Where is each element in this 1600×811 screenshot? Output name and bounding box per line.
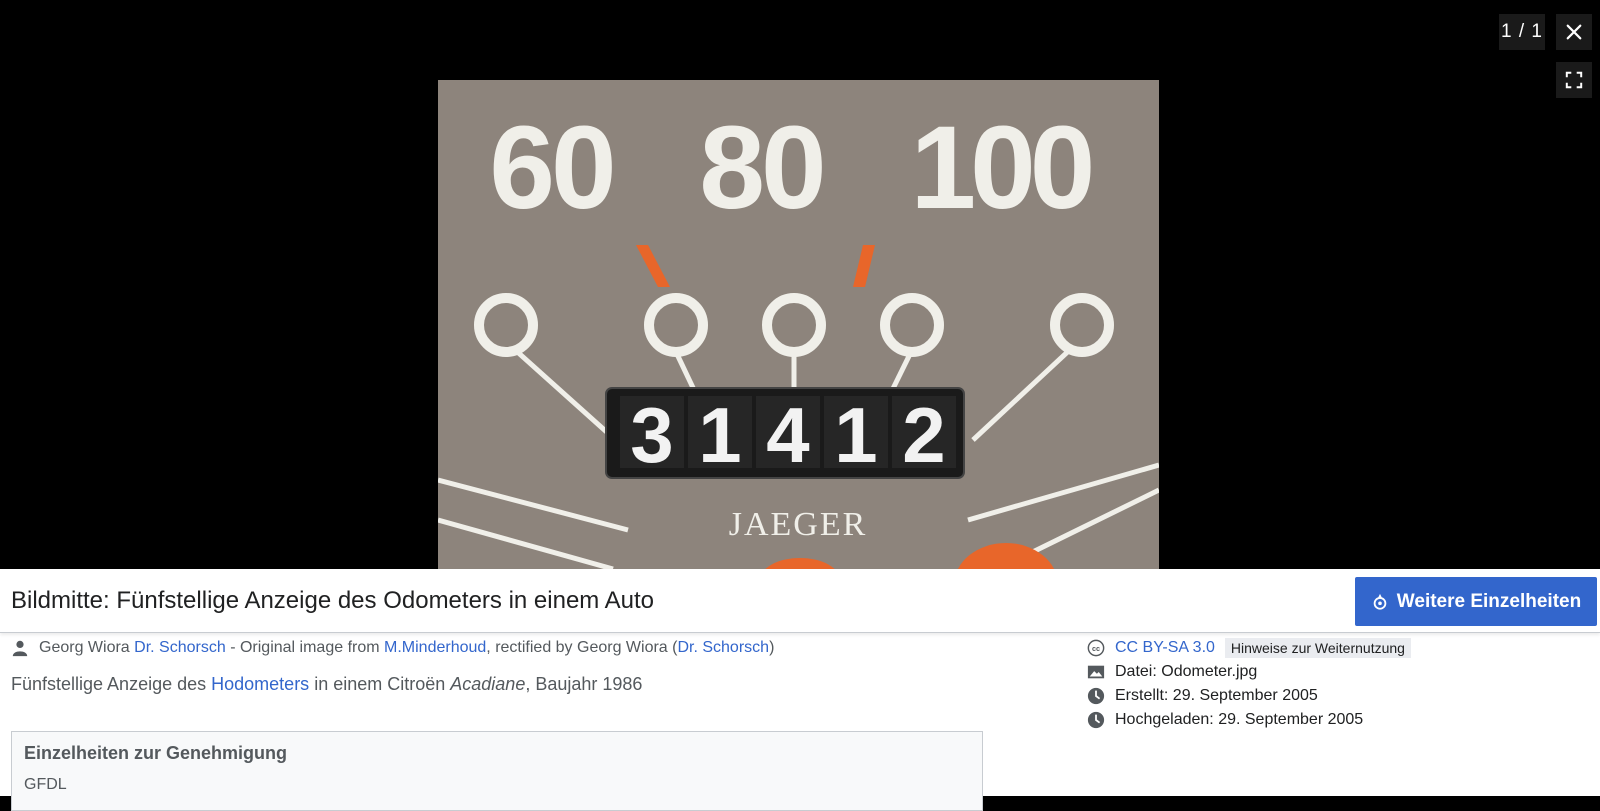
close-paren: ) bbox=[769, 639, 775, 656]
svg-text:cc: cc bbox=[1092, 644, 1100, 653]
image-title: Bildmitte: Fünfstellige Anzeige des Odom… bbox=[11, 587, 655, 614]
cc-license-icon: cc bbox=[1087, 639, 1105, 657]
desc-text-3: , Baujahr 1986 bbox=[525, 674, 643, 694]
author-text: Georg Wiora bbox=[39, 639, 130, 656]
odometer-digit-2: 1 bbox=[698, 391, 741, 479]
close-button[interactable] bbox=[1556, 14, 1592, 50]
image-counter: 1 / 1 bbox=[1499, 14, 1545, 50]
dial-number-60: 60 bbox=[489, 102, 612, 234]
rectified-author-link[interactable]: Dr. Schorsch bbox=[677, 639, 769, 656]
created-row: Erstellt: 29. September 2005 bbox=[1087, 684, 1411, 708]
dial-circle-3 bbox=[762, 293, 826, 357]
dial-number-80: 80 bbox=[699, 102, 822, 234]
uploaded-date: Hochgeladen: 29. September 2005 bbox=[1115, 711, 1364, 728]
clock-icon bbox=[1087, 687, 1105, 705]
media-viewer: 1 / 1 60 80 100 3 1 4 1 2 JAEGER bbox=[0, 0, 1600, 569]
dial-circle-1 bbox=[474, 293, 538, 357]
user-icon bbox=[12, 640, 28, 657]
desc-text-1: Fünfstellige Anzeige des bbox=[11, 674, 212, 694]
desc-text-2: in einem Citroën bbox=[309, 674, 451, 694]
info-panel: Bildmitte: Fünfstellige Anzeige des Odom… bbox=[0, 569, 1600, 811]
credit-mid-text: - Original image from bbox=[225, 639, 385, 656]
created-date: Erstellt: 29. September 2005 bbox=[1115, 687, 1318, 704]
uploaded-row: Hochgeladen: 29. September 2005 bbox=[1087, 708, 1411, 732]
close-icon bbox=[1566, 24, 1582, 40]
odometer-digit-1: 3 bbox=[630, 391, 673, 479]
dial-circle-2 bbox=[644, 293, 708, 357]
brand-logo: JAEGER bbox=[729, 506, 868, 543]
dial-circle-4 bbox=[880, 293, 944, 357]
desc-model-italic: Acadiane bbox=[450, 674, 526, 694]
metadata-panel: cc CC BY-SA 3.0 Hinweise zur Weiternutzu… bbox=[1087, 636, 1411, 732]
odometer-digit-3: 4 bbox=[766, 391, 809, 479]
more-details-button[interactable]: Weitere Einzelheiten bbox=[1355, 577, 1597, 626]
author-link[interactable]: Dr. Schorsch bbox=[134, 639, 226, 656]
license-link[interactable]: CC BY-SA 3.0 bbox=[1115, 639, 1215, 657]
permission-heading: Einzelheiten zur Genehmigung bbox=[24, 743, 288, 763]
source-link[interactable]: M.Minderhoud bbox=[384, 639, 486, 656]
rectified-text: , rectified by Georg Wiora ( bbox=[486, 639, 678, 656]
title-bar: Bildmitte: Fünfstellige Anzeige des Odom… bbox=[0, 569, 1600, 633]
permission-box: Einzelheiten zur Genehmigung GFDL bbox=[11, 731, 983, 811]
permission-text: GFDL bbox=[24, 776, 67, 793]
odometer-digit-5: 2 bbox=[902, 391, 945, 479]
more-details-label: Weitere Einzelheiten bbox=[1396, 590, 1582, 612]
reuse-notice-button[interactable]: Hinweise zur Weiternutzung bbox=[1224, 638, 1411, 658]
dial-number-100: 100 bbox=[911, 102, 1091, 234]
odometer-digit-4: 1 bbox=[834, 391, 877, 479]
image-description: Fünfstellige Anzeige des Hodometers in e… bbox=[11, 674, 642, 695]
dial-circle-5 bbox=[1050, 293, 1114, 357]
file-row: Datei: Odometer.jpg bbox=[1087, 660, 1411, 684]
wikimedia-commons-icon bbox=[1373, 593, 1387, 610]
credit-line: Georg Wiora Dr. Schorsch - Original imag… bbox=[11, 639, 774, 657]
odometer-image: 60 80 100 3 1 4 1 2 JAEGER bbox=[438, 80, 1159, 569]
fullscreen-button[interactable] bbox=[1556, 62, 1592, 98]
fullscreen-icon bbox=[1565, 71, 1583, 89]
hodometer-link[interactable]: Hodometers bbox=[211, 674, 309, 694]
credit-text: Georg Wiora Dr. Schorsch - Original imag… bbox=[39, 639, 774, 657]
image-icon bbox=[1087, 665, 1105, 679]
file-name: Datei: Odometer.jpg bbox=[1115, 663, 1258, 680]
license-row: cc CC BY-SA 3.0 Hinweise zur Weiternutzu… bbox=[1087, 636, 1411, 660]
clock-icon bbox=[1087, 711, 1105, 729]
photo-odometer: 60 80 100 3 1 4 1 2 JAEGER bbox=[438, 80, 1159, 569]
